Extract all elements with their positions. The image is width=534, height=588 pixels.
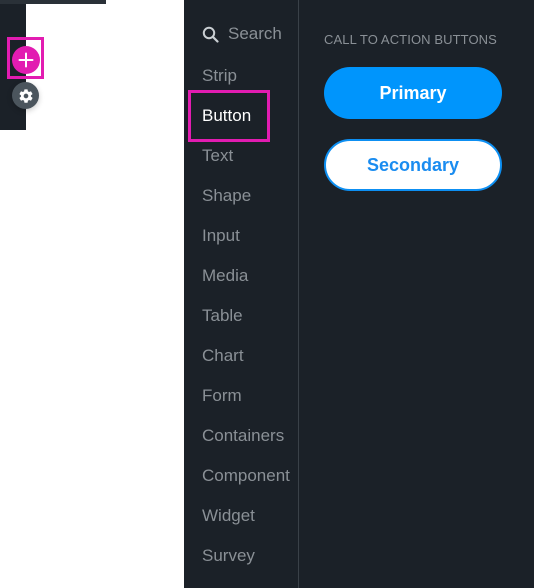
nav-item-table[interactable]: Table: [202, 306, 243, 326]
plus-icon: [18, 52, 34, 68]
nav-item-widget[interactable]: Widget: [202, 506, 255, 526]
settings-button[interactable]: [12, 82, 39, 109]
search-icon: [202, 26, 219, 43]
nav-item-chart[interactable]: Chart: [202, 346, 244, 366]
nav-item-text[interactable]: Text: [202, 146, 233, 166]
nav-item-survey[interactable]: Survey: [202, 546, 255, 566]
nav-item-input[interactable]: Input: [202, 226, 240, 246]
nav-item-containers[interactable]: Containers: [202, 426, 284, 446]
nav-item-button[interactable]: Button: [202, 106, 251, 126]
primary-button-option[interactable]: Primary: [324, 67, 502, 119]
element-category-nav: Search Strip Button Text Shape Input Med…: [184, 0, 298, 588]
section-title: CALL TO ACTION BUTTONS: [324, 32, 497, 47]
gear-icon: [18, 88, 33, 103]
add-element-panel: Search Strip Button Text Shape Input Med…: [184, 0, 534, 588]
secondary-button-option[interactable]: Secondary: [324, 139, 502, 191]
search-placeholder: Search: [228, 24, 282, 43]
add-element-button[interactable]: [12, 46, 40, 74]
nav-item-media[interactable]: Media: [202, 266, 248, 286]
search-field[interactable]: Search: [202, 24, 282, 44]
nav-item-strip[interactable]: Strip: [202, 66, 237, 86]
nav-item-form[interactable]: Form: [202, 386, 242, 406]
button-options: CALL TO ACTION BUTTONS Primary Secondary: [299, 0, 534, 588]
nav-item-shape[interactable]: Shape: [202, 186, 251, 206]
editor-canvas: [0, 0, 184, 588]
nav-item-component[interactable]: Component: [202, 466, 290, 486]
